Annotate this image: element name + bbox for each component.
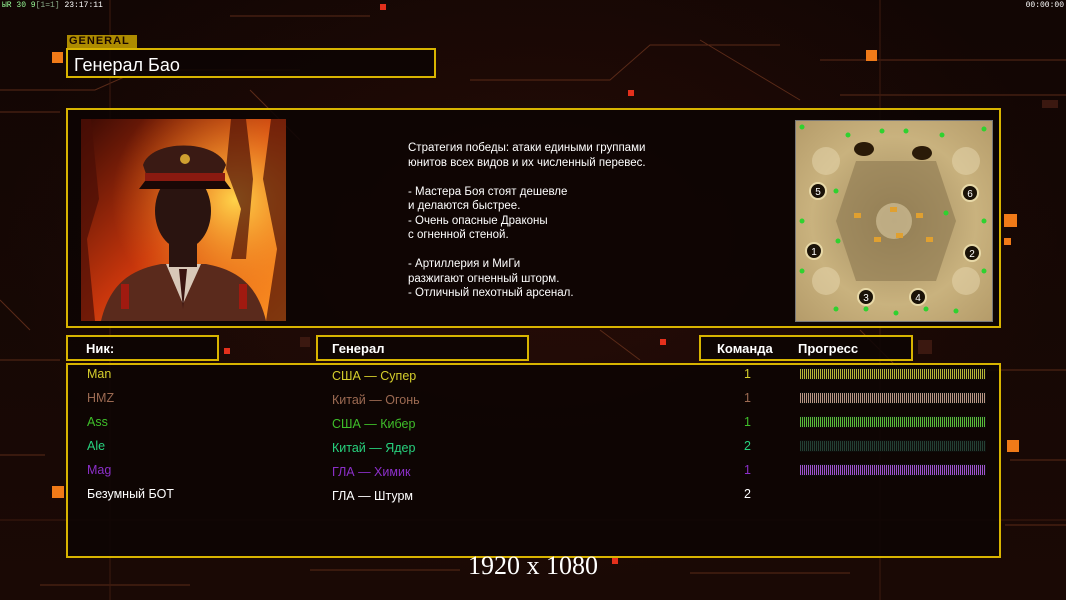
description-line: - Очень опасные Драконы — [408, 214, 548, 227]
progress-bar — [800, 440, 986, 452]
player-general: США — Супер — [332, 369, 417, 383]
description-line: - Мастера Боя стоят дешевле — [408, 185, 568, 198]
hud-fps: ЫR 30 9 — [2, 1, 36, 10]
minimap: 1 2 3 4 5 6 — [795, 120, 993, 322]
start-position-label: 1 — [811, 247, 817, 258]
start-position-label: 6 — [967, 189, 973, 200]
player-row: Безумный БОТ ГЛА — Штурм 2 — [68, 485, 1003, 509]
player-row: HMZ Китай — Огонь 1 — [68, 389, 1003, 413]
description-line: разжигают огненный шторм. — [408, 272, 560, 285]
hud-bracket: [1=1] — [35, 1, 60, 10]
player-team: 2 — [744, 439, 751, 453]
general-name-box: Генерал Бао — [66, 48, 436, 78]
header-team: Команда — [717, 341, 773, 356]
player-general: ГЛА — Химик — [332, 465, 411, 479]
progress-bar — [800, 464, 986, 476]
player-general: ГЛА — Штурм — [332, 489, 414, 503]
resolution-label: 1920 x 1080 — [468, 551, 598, 580]
player-team: 1 — [744, 391, 751, 405]
header-team-progress-box: Команда Прогресс — [699, 335, 913, 361]
player-row: Ass США — Кибер 1 — [68, 413, 1003, 437]
player-nick: Ale — [87, 439, 106, 453]
player-nick: HMZ — [87, 391, 115, 405]
header-nick-box: Ник: — [66, 335, 219, 361]
description-line: Стратегия победы: атаки едиными группами — [408, 142, 646, 154]
general-portrait — [81, 119, 286, 321]
players-panel: Man США — Супер 1 HMZ Китай — Огонь 1 As… — [66, 363, 1001, 558]
progress-bar — [800, 392, 986, 404]
progress-bar — [800, 416, 986, 428]
start-position-label: 4 — [915, 293, 921, 304]
hud-top-left: ЫR 30 9[1=1] 23:17:11 — [2, 1, 103, 10]
description-line: юнитов всех видов и их численный перевес… — [408, 156, 646, 169]
header-general-box: Генерал — [316, 335, 529, 361]
general-description: Стратегия победы: атаки едиными группами… — [408, 141, 646, 301]
player-team: 1 — [744, 463, 751, 477]
player-nick: Безумный БОТ — [87, 487, 174, 501]
start-position-label: 2 — [969, 249, 975, 260]
general-name: Генерал Бао — [74, 55, 180, 75]
header-nick: Ник: — [86, 341, 115, 356]
general-info-panel: Стратегия победы: атаки едиными группами… — [66, 108, 1001, 328]
player-general: США — Кибер — [332, 417, 416, 431]
player-nick: Ass — [87, 415, 108, 429]
header-progress: Прогресс — [798, 341, 859, 356]
description-line: с огненной стеной. — [408, 229, 509, 241]
description-line — [408, 243, 646, 258]
header-general: Генерал — [332, 341, 385, 356]
player-team: 1 — [744, 415, 751, 429]
player-row: Mag ГЛА — Химик 1 — [68, 461, 1003, 485]
player-general: Китай — Ядер — [332, 441, 416, 455]
player-nick: Mag — [87, 463, 112, 477]
start-position-label: 3 — [863, 293, 869, 304]
hud-clock: 23:17:11 — [64, 1, 103, 10]
start-position-label: 5 — [815, 187, 821, 198]
player-team: 1 — [744, 367, 751, 381]
hud-top-right: 00:00:00 — [1025, 1, 1064, 10]
progress-bar — [800, 368, 986, 380]
player-row: Ale Китай — Ядер 2 — [68, 437, 1003, 461]
general-tag: GENERAL — [67, 35, 137, 48]
player-team: 2 — [744, 487, 751, 501]
description-line: и делаются быстрее. — [408, 200, 521, 212]
player-nick: Man — [87, 367, 112, 381]
player-row: Man США — Супер 1 — [68, 365, 1003, 389]
description-line: - Отличный пехотный арсенал. — [408, 287, 574, 299]
description-line — [408, 170, 646, 185]
player-general: Китай — Огонь — [332, 393, 420, 407]
description-line: - Артиллерия и МиГи — [408, 258, 521, 270]
